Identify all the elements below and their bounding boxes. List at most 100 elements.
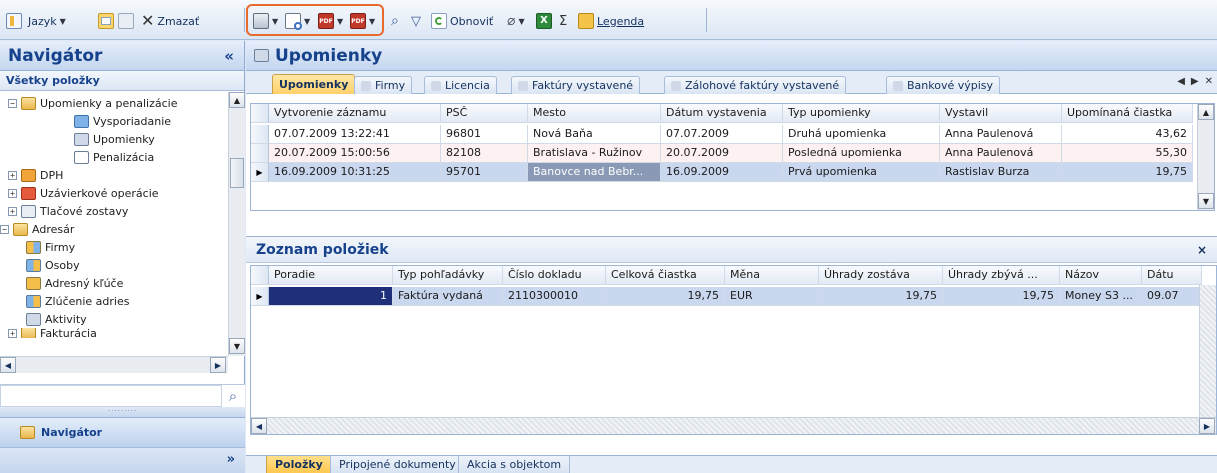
detail-tabs: Položky Pripojené dokumenty Akcia s obje… (246, 455, 1217, 473)
table-row-selected[interactable]: ▶ 16.09.2009 10:31:25 95701 Banovce nad … (251, 163, 1193, 182)
close-icon[interactable]: × (1197, 243, 1207, 257)
delete-label: Zmazať (157, 14, 200, 28)
column-header[interactable]: Vystavil (940, 104, 1062, 123)
legend-button[interactable]: Legenda (578, 11, 644, 31)
tree-node-penalizacia[interactable]: Penalizácia (74, 148, 154, 166)
filter-button[interactable]: ▽ (411, 11, 421, 31)
grid-vertical-scrollbar[interactable]: ▲ ▼ (1197, 104, 1214, 210)
navigator-subtitle: Všetky položky (0, 71, 244, 91)
search-button[interactable]: ⌕ (391, 11, 399, 31)
tree-vertical-scrollbar[interactable]: ▲ ▼ (228, 92, 245, 356)
expand-toggle[interactable]: + (8, 170, 17, 180)
tab-scroll-right-icon[interactable]: ▶ (1191, 76, 1199, 87)
tree-node-adresar[interactable]: − Adresár (0, 220, 74, 238)
table-row[interactable]: 07.07.2009 13:22:41 96801 Nová Baňa 07.0… (251, 125, 1193, 144)
tree-node-osoby[interactable]: Osoby (26, 256, 80, 274)
grid-horizontal-scrollbar[interactable]: ◀ ▶ (251, 417, 1216, 434)
reminder-icon (254, 49, 269, 62)
table-cell-focused[interactable]: 1 (269, 287, 393, 306)
tree-node-adresny-kluce[interactable]: Adresný kľúče (26, 274, 123, 292)
scroll-right-icon[interactable]: ▶ (210, 357, 226, 373)
close-tab-icon[interactable]: ✕ (1205, 76, 1213, 87)
column-header[interactable]: Názov (1060, 266, 1142, 285)
sigma-icon: Σ (559, 13, 568, 29)
more-options-icon[interactable]: » (227, 452, 235, 467)
tree-node-firmy[interactable]: Firmy (26, 238, 75, 256)
column-header[interactable]: Měna (725, 266, 819, 285)
table-cell-focused[interactable]: Banovce nad Bebr... (528, 163, 661, 182)
navigator-footer: » (0, 447, 245, 473)
search-icon[interactable]: ⌕ (223, 387, 243, 405)
column-header[interactable]: PSČ (441, 104, 528, 123)
scroll-down-icon[interactable]: ▼ (1198, 193, 1214, 209)
navigator-pane-button[interactable]: Navigátor (0, 417, 245, 447)
tab-firmy[interactable]: Firmy (354, 76, 413, 94)
form-view-icon[interactable] (98, 11, 114, 31)
tab-pripojene-dokumenty[interactable]: Pripojené dokumenty (330, 456, 465, 473)
column-header[interactable]: Typ upomienky (783, 104, 940, 123)
layout-icon[interactable] (6, 11, 22, 31)
column-header[interactable]: Upomínaná čiastka (1062, 104, 1193, 123)
tree-node-vysporiadanie[interactable]: Vysporiadanie (74, 112, 171, 130)
splitter-grip[interactable]: ········· (0, 407, 245, 417)
column-header[interactable]: Úhrady zostáva (819, 266, 943, 285)
delete-button[interactable]: ✕ Zmazať (141, 11, 199, 31)
column-header[interactable]: Číslo dokladu (503, 266, 606, 285)
tree-node-aktivity[interactable]: Aktivity (26, 310, 87, 328)
tab-upomienky[interactable]: Upomienky (272, 74, 356, 94)
scroll-left-icon[interactable]: ◀ (0, 357, 16, 373)
penalty-icon (74, 150, 89, 164)
tree-node-uzavierkove-operacie[interactable]: + Uzávierkové operácie (8, 184, 159, 202)
column-header[interactable]: Mesto (528, 104, 661, 123)
collapse-toggle[interactable]: − (0, 224, 9, 234)
column-header[interactable]: Vytvorenie záznamu (269, 104, 441, 123)
tree-node-tlacove-zostavy[interactable]: + Tlačové zostavy (8, 202, 128, 220)
items-grid: Poradie Typ pohľadávky Číslo dokladu Cel… (250, 265, 1217, 435)
sum-button[interactable]: Σ (559, 11, 567, 31)
tree-node-label: Adresár (32, 222, 75, 236)
tree-node-upomienky-penalizacie[interactable]: − Upomienky a penalizácie (8, 94, 177, 112)
scroll-right-icon[interactable]: ▶ (1199, 418, 1215, 434)
tree-node-fakturacia[interactable]: + Fakturácia (8, 328, 97, 338)
tree-node-label: Penalizácia (93, 150, 155, 164)
column-header[interactable]: Dátum vystavenia (661, 104, 783, 123)
tab-licencia[interactable]: Licencia (424, 76, 497, 94)
grid-vertical-scrollbar[interactable] (1199, 285, 1216, 417)
scroll-down-icon[interactable]: ▼ (229, 338, 245, 354)
table-row-selected[interactable]: ▶ 1 Faktúra vydaná 2110300010 19,75 EUR … (251, 287, 1202, 306)
tab-akcia-s-objektom[interactable]: Akcia s objektom (458, 456, 571, 473)
column-header[interactable]: Úhrady zbývá ... (943, 266, 1060, 285)
tab-scroll-left-icon[interactable]: ◀ (1177, 76, 1185, 87)
tree-node-zlucenie-adries[interactable]: Zlúčenie adries (26, 292, 129, 310)
collapse-icon[interactable]: « (224, 47, 234, 65)
copy-icon[interactable] (118, 11, 134, 31)
column-header[interactable]: Typ pohľadávky (393, 266, 503, 285)
tree-node-label: Osoby (45, 258, 80, 272)
scroll-up-icon[interactable]: ▲ (1198, 104, 1214, 120)
expand-toggle[interactable]: + (8, 328, 17, 338)
excel-export-button[interactable]: X (536, 11, 552, 31)
scroll-up-icon[interactable]: ▲ (229, 92, 245, 108)
column-header[interactable]: Dátu (1142, 266, 1202, 285)
table-row[interactable]: 20.07.2009 15:00:56 82108 Bratislava - R… (251, 144, 1193, 163)
expand-toggle[interactable]: + (8, 206, 17, 216)
tree-horizontal-scrollbar[interactable]: ◀ ▶ (0, 356, 228, 373)
navigator-search-input[interactable] (0, 385, 222, 407)
tab-zalohove-faktury[interactable]: Zálohové faktúry vystavené (664, 76, 847, 94)
column-header[interactable]: Celková čiastka (606, 266, 725, 285)
chevron-down-icon: ▼ (518, 16, 525, 26)
expand-toggle[interactable]: + (8, 188, 17, 198)
language-menu[interactable]: Jazyk ▼ (28, 11, 66, 31)
tab-polozky[interactable]: Položky (266, 456, 332, 473)
scroll-thumb[interactable] (230, 158, 244, 188)
column-header[interactable]: Poradie (269, 266, 393, 285)
tree-node-upomienky[interactable]: Upomienky (74, 130, 155, 148)
attachment-button[interactable]: ⌀ ▼ (507, 11, 525, 31)
scroll-left-icon[interactable]: ◀ (251, 418, 267, 434)
collapse-toggle[interactable]: − (8, 98, 17, 108)
tab-bankove-vypisy[interactable]: Bankové výpisy (886, 76, 1001, 94)
tree-node-dph[interactable]: + DPH (8, 166, 63, 184)
table-cell: Money S3 ... (1060, 287, 1142, 306)
tab-faktury-vystavene[interactable]: Faktúry vystavené (511, 76, 641, 94)
refresh-button[interactable]: Obnoviť (431, 11, 493, 31)
